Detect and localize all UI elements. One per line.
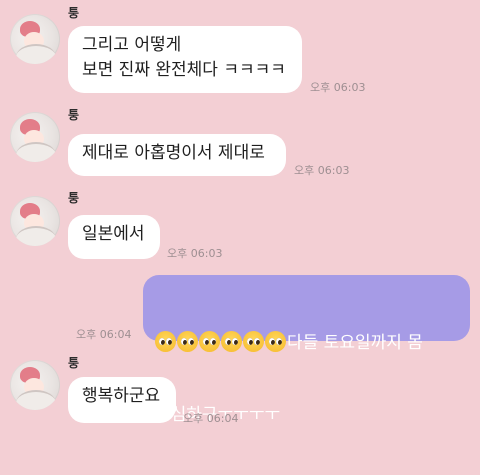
message-timestamp: 오후 06:03 — [310, 81, 366, 94]
pleading-face-icon — [243, 331, 264, 352]
message-line-1: 다들 토요일까지 몸 — [155, 331, 458, 355]
pleading-face-icon — [177, 331, 198, 352]
message-bubble[interactable]: 일본에서 — [68, 215, 160, 259]
message-timestamp: 오후 06:04 — [76, 328, 132, 341]
sender-name: 퉁 — [68, 356, 80, 370]
message-timestamp: 오후 06:03 — [294, 164, 350, 177]
message-bubble[interactable]: 행복하군요 — [68, 377, 176, 423]
pleading-face-icon — [265, 331, 286, 352]
pleading-face-icon — [155, 331, 176, 352]
sender-name: 퉁 — [68, 6, 80, 20]
sender-avatar[interactable] — [10, 196, 60, 246]
message-timestamp: 오후 06:03 — [167, 247, 223, 260]
message-timestamp: 오후 06:04 — [183, 412, 239, 425]
message-text: 다들 토요일까지 몸 — [287, 333, 423, 353]
sender-avatar[interactable] — [10, 360, 60, 410]
sender-name: 퉁 — [68, 108, 80, 122]
message-bubble[interactable]: 제대로 아홉명이서 제대로 — [68, 134, 286, 176]
my-message-bubble[interactable]: 다들 토요일까지 몸 조심하구ㅜㅜㅜㅜ — [143, 275, 470, 425]
sender-avatar[interactable] — [10, 112, 60, 162]
pleading-face-icon — [199, 331, 220, 352]
pleading-face-icon — [221, 331, 242, 352]
sender-name: 퉁 — [68, 191, 80, 205]
message-bubble[interactable]: 그리고 어떻게 보면 진짜 완전체다 ㅋㅋㅋㅋ — [68, 26, 302, 93]
chat-room: 퉁 그리고 어떻게 보면 진짜 완전체다 ㅋㅋㅋㅋ 오후 06:03 퉁 제대로… — [0, 0, 480, 435]
sender-avatar[interactable] — [10, 14, 60, 64]
